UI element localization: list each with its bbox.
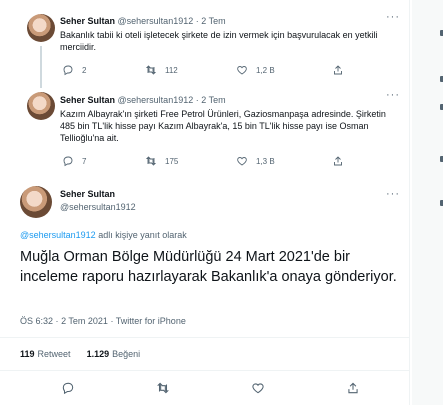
retweet-icon [156,382,169,394]
tweet-text: Bakanlık tabii ki oteli işletecek şirket… [60,30,378,52]
reply-icon [63,65,73,76]
author-handle[interactable]: @sehersultan1912 [60,202,136,212]
more-icon[interactable]: ··· [386,11,400,23]
divider [0,370,410,371]
dot-separator: · [55,316,59,326]
timeline: Seher Sultan @sehersultan1912 · 2 Tem ··… [0,0,410,405]
author-name[interactable]: Seher Sultan [60,16,115,26]
avatar[interactable] [27,92,55,120]
retweet-button[interactable]: 112 [145,64,178,76]
tweet-time[interactable]: ÖS 6:32 [20,316,53,326]
tweet-header: Seher Sultan @sehersultan1912 · 2 Tem [60,95,226,105]
thread-line [40,46,42,88]
avatar[interactable] [27,14,55,42]
likes-label: Beğeni [112,349,141,359]
tweet-actions [20,381,400,400]
tweet-text: Muğla Orman Bölge Müdürlüğü 24 Mart 2021… [20,249,397,285]
heart-icon [237,66,247,75]
share-icon [347,382,358,394]
right-sidebar [412,0,443,405]
retweets-label: Retweet [37,349,71,359]
likes-value: 1.129 [86,349,110,359]
reply-button[interactable] [61,381,75,400]
share-button[interactable] [332,64,344,76]
more-icon[interactable]: ··· [386,188,400,200]
retweets-stat[interactable]: 119 Retweet [20,349,71,359]
engagement-stats: 119 Retweet 1.129 Beğeni [20,349,140,359]
like-count: 1,3 B [256,156,275,166]
reply-context: @sehersultan1912 adlı kişiye yanıt olara… [20,230,187,240]
tweet-header: Seher Sultan @sehersultan1912 · 2 Tem [60,16,226,26]
share-button[interactable] [346,381,360,400]
author-handle[interactable]: @sehersultan1912 [118,16,194,26]
retweet-count: 112 [165,65,178,75]
author-name[interactable]: Seher Sultan [60,95,115,105]
retweet-count: 175 [165,156,179,166]
tweet-text: Kazım Albayrak'ın şirketi Free Petrol Ür… [60,109,386,143]
author-handle[interactable]: @sehersultan1912 [118,95,194,105]
like-button[interactable]: 1,3 B [236,155,275,167]
like-button[interactable] [251,381,265,400]
tweet-timestamp: ÖS 6:32 · 2 Tem 2021 · Twitter for iPhon… [20,316,186,326]
reply-button[interactable]: 7 [62,155,86,167]
retweet-button[interactable]: 175 [145,155,178,167]
reply-count: 7 [82,156,87,166]
reply-icon [63,156,73,167]
tweet-time[interactable]: 2 Tem [201,16,225,26]
retweet-icon [145,156,157,166]
heart-icon [251,383,264,394]
like-button[interactable]: 1,2 B [236,64,275,76]
divider [0,337,410,338]
reply-count: 2 [82,65,87,75]
more-icon[interactable]: ··· [386,89,400,101]
share-button[interactable] [332,155,344,167]
tweet-date[interactable]: 2 Tem 2021 [61,316,108,326]
share-icon [334,65,342,75]
share-icon [334,156,342,166]
like-count: 1,2 B [256,65,275,75]
tweet-time[interactable]: 2 Tem [201,95,225,105]
retweets-value: 119 [20,349,35,359]
reply-button[interactable]: 2 [62,64,86,76]
reply-icon [62,382,73,395]
retweet-button[interactable] [156,381,170,400]
dot-separator: · [110,316,114,326]
reply-to-label: adlı kişiye yanıt olarak [95,230,187,240]
avatar[interactable] [20,186,52,218]
dot-separator: · [195,16,199,26]
likes-stat[interactable]: 1.129 Beğeni [87,349,141,359]
dot-separator: · [195,95,199,105]
retweet-icon [145,65,157,75]
heart-icon [237,157,247,166]
reply-to-link[interactable]: @sehersultan1912 [20,230,96,240]
tweet-source[interactable]: Twitter for iPhone [116,316,186,326]
author-name[interactable]: Seher Sultan [60,189,115,199]
